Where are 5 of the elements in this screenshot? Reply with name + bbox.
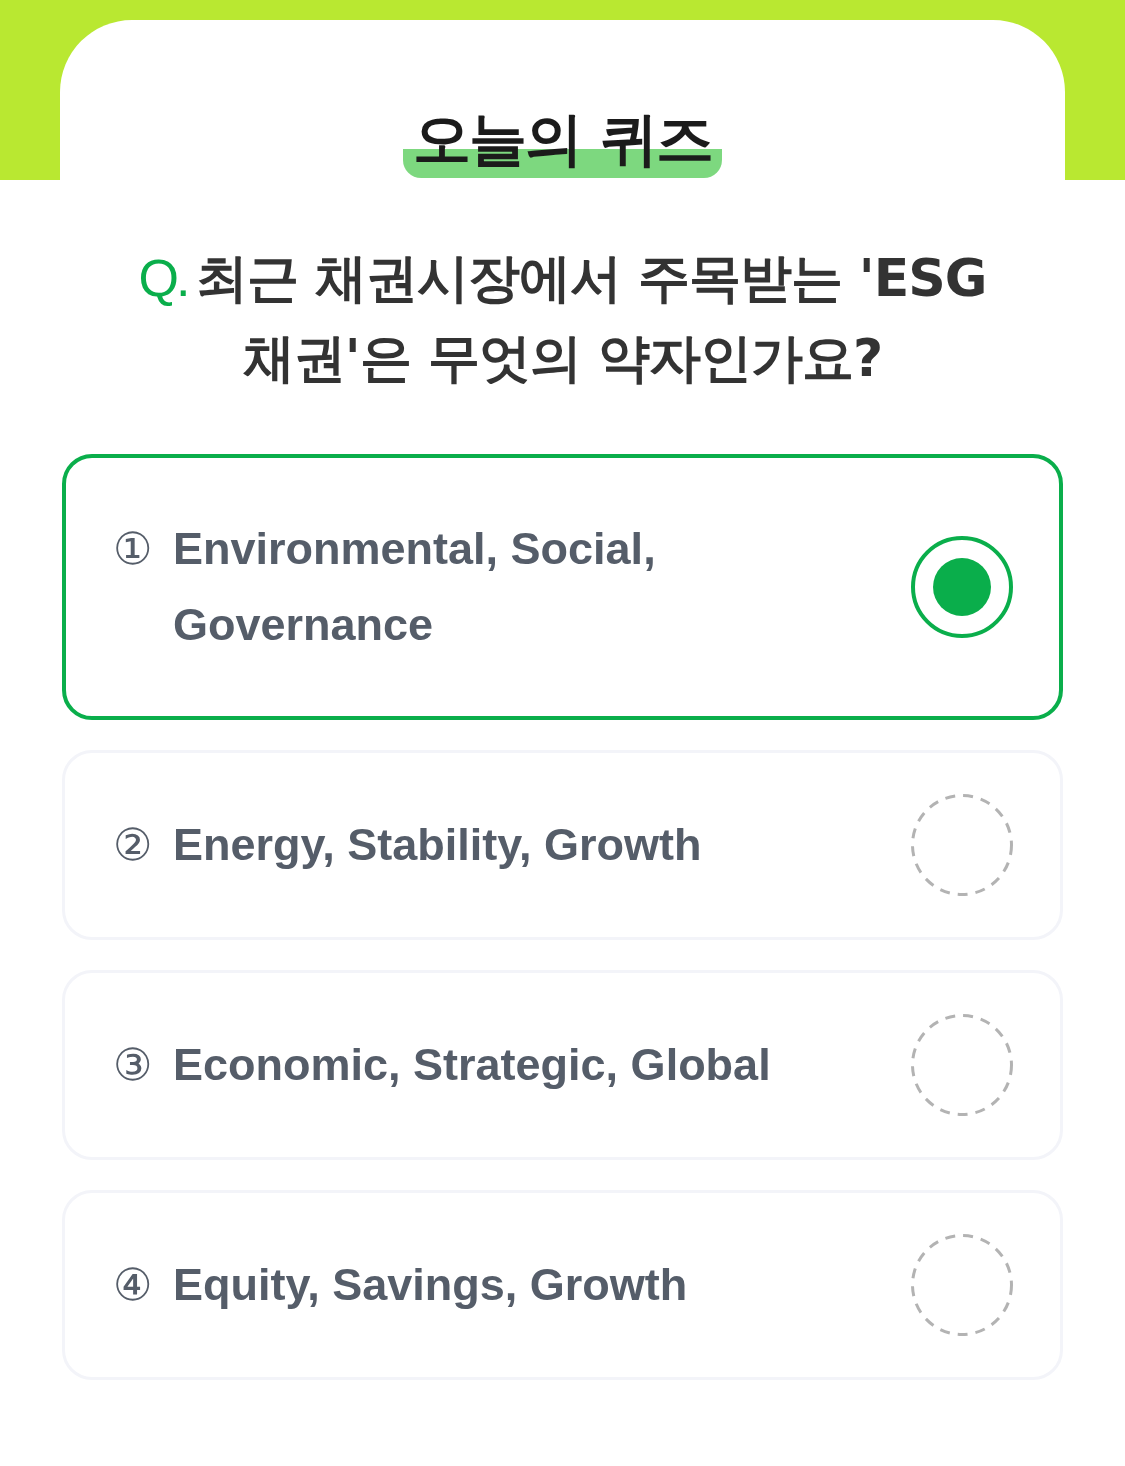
answer-option[interactable]: ③ Economic, Strategic, Global: [62, 970, 1063, 1160]
answer-option[interactable]: ④ Equity, Savings, Growth: [62, 1190, 1063, 1380]
question-text: Q.최근 채권시장에서 주목받는 'ESG 채권'은 무엇의 약자인가요?: [137, 247, 988, 390]
answer-option[interactable]: ② Energy, Stability, Growth: [62, 750, 1063, 940]
answer-option[interactable]: ① Environmental, Social, Governance: [62, 454, 1063, 720]
